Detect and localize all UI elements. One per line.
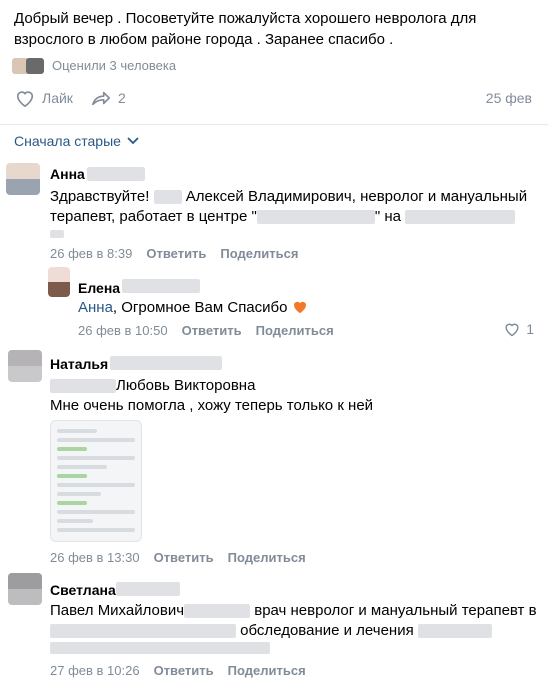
post-date[interactable]: 25 фев [486,90,532,106]
orange-heart-emoji-icon [293,301,306,314]
comment-like-button[interactable]: 1 [503,321,534,337]
likers-avatars[interactable] [12,57,44,75]
redacted-text [50,230,64,238]
like-label: Лайк [42,90,73,106]
redacted-name [87,167,145,181]
heart-icon [505,323,519,337]
share-icon [92,91,110,106]
avatar [26,58,44,74]
comment-text: Павел Михайлович врач невролог и мануаль… [50,602,537,619]
reply-button[interactable]: Ответить [154,663,214,678]
comment-text: Здравствуйте! Алексей Владимирович, невр… [50,188,528,205]
redacted-name [116,582,180,596]
comment-text: Любовь Викторовна [50,376,255,396]
comment-meta: 26 фев в 13:30 Ответить Поделиться [50,550,306,565]
comment-text: Мне очень помогла , хожу теперь только к… [50,397,374,414]
reply-button[interactable]: Ответить [146,246,206,261]
share-button[interactable]: 2 [90,88,126,108]
comment-author[interactable]: Анна [50,166,85,182]
redacted-name [122,279,200,293]
redacted-text [50,642,270,654]
divider [0,124,548,125]
comment-meta: 26 фев в 8:39 Ответить Поделиться [50,246,298,261]
share-comment-button[interactable]: Поделиться [256,323,334,338]
comment-like-count: 1 [526,321,534,337]
share-comment-button[interactable]: Поделиться [228,663,306,678]
comment-author[interactable]: Елена [78,280,120,296]
comment-date[interactable]: 26 фев в 10:50 [78,323,168,338]
comment-text: обследование и лечения [50,621,492,641]
share-comment-button[interactable]: Поделиться [220,246,298,261]
comment-date[interactable]: 27 фев в 10:26 [50,663,140,678]
avatar[interactable] [8,573,42,605]
like-button[interactable]: Лайк [14,88,73,108]
avatar[interactable] [8,350,42,382]
comment-meta: 27 фев в 10:26 Ответить Поделиться [50,663,306,678]
redacted-name [110,356,222,370]
rated-by-text[interactable]: Оценили 3 человека [52,58,176,73]
comment-meta: 26 фев в 10:50 Ответить Поделиться [78,323,334,338]
comment-text: Анна, Огромное Вам Спасибо [78,298,308,318]
mention-link[interactable]: Анна [78,299,113,316]
avatar[interactable] [6,163,40,195]
comment-date[interactable]: 26 фев в 13:30 [50,550,140,565]
comment-author[interactable]: Наталья [50,356,108,372]
comment-text: терапевт, работает в центре " " на [50,207,516,227]
comment-author[interactable]: Светлана [50,582,116,598]
share-count: 2 [118,90,126,106]
heart-icon [16,91,34,108]
post-text: Добрый вечер . Посоветуйте пожалуйста хо… [14,10,477,48]
sort-label: Сначала старые [14,133,121,149]
avatar[interactable] [48,267,70,297]
reply-button[interactable]: Ответить [182,323,242,338]
reply-button[interactable]: Ответить [154,550,214,565]
share-comment-button[interactable]: Поделиться [228,550,306,565]
comments-sort-dropdown[interactable]: Сначала старые [14,133,139,149]
comment-date[interactable]: 26 фев в 8:39 [50,246,132,261]
attached-photo[interactable] [50,420,142,542]
chevron-down-icon [127,137,139,145]
